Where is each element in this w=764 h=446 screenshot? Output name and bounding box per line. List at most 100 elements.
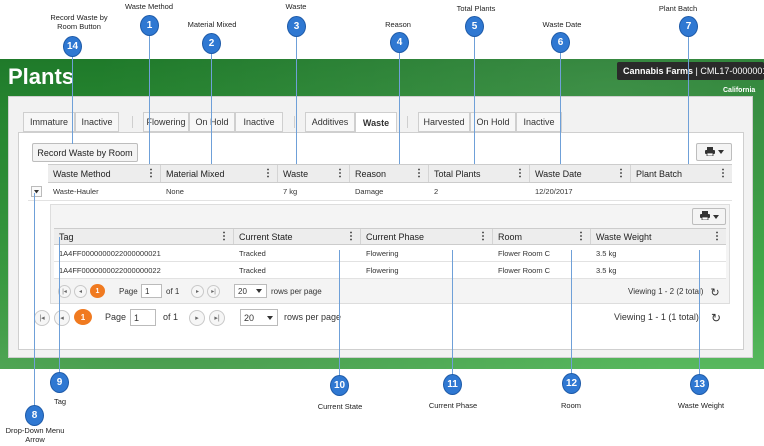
table-row[interactable]: Waste-Hauler None 7 kg Damage 2 12/20/20…	[28, 183, 732, 201]
rows-per-page-select[interactable]: 20	[240, 309, 278, 326]
expand-cell	[28, 183, 48, 200]
column-label: Waste	[283, 168, 309, 179]
column-menu-icon[interactable]: ⋮	[219, 231, 229, 242]
callout-line-10	[339, 250, 340, 376]
callout-line-4	[399, 53, 400, 164]
prev-page-button[interactable]: ◂	[74, 285, 87, 298]
callout-12: 12	[562, 373, 581, 394]
callout-line-14	[72, 57, 73, 144]
callout-line-5	[474, 37, 475, 164]
column-plant-batch[interactable]: Plant Batch ⋮	[631, 165, 732, 182]
cell-waste-method: Waste-Hauler	[53, 187, 99, 196]
column-label: Reason	[355, 168, 387, 179]
table-row[interactable]: 1A4FF0000000022000000022 Tracked Floweri…	[54, 262, 726, 279]
tab-harvested-inactive[interactable]: Inactive	[516, 112, 562, 132]
column-menu-icon[interactable]: ⋮	[616, 168, 626, 179]
column-tag[interactable]: Tag ⋮	[54, 229, 234, 244]
page-input[interactable]: 1	[141, 284, 162, 298]
callout-line-8	[34, 193, 35, 405]
callout-label-10: Current State	[317, 402, 363, 411]
callout-label-8: Drop-Down Menu Arrow	[5, 426, 65, 445]
prev-page-button[interactable]: ◂	[54, 310, 70, 326]
callout-9: 9	[50, 372, 69, 393]
tab-harvested-on-hold[interactable]: On Hold	[470, 112, 516, 132]
refresh-icon[interactable]: ↻	[708, 285, 722, 299]
column-menu-icon[interactable]: ⋮	[515, 168, 525, 179]
callout-label-2: Material Mixed	[187, 20, 237, 29]
callout-4: 4	[390, 32, 409, 53]
column-menu-icon[interactable]: ⋮	[263, 168, 273, 179]
table-row[interactable]: 1A4FF0000000022000000021 Tracked Floweri…	[54, 245, 726, 262]
chevron-down-icon	[267, 315, 273, 320]
viewing-summary: Viewing 1 - 1 (1 total)	[614, 312, 699, 322]
callout-line-11	[452, 250, 453, 375]
waste-table-header: Waste Method ⋮ Material Mixed ⋮ Waste ⋮ Rea…	[48, 164, 732, 183]
callout-line-1	[149, 36, 150, 164]
column-label: Material Mixed	[166, 168, 225, 179]
current-page-badge[interactable]: 1	[90, 284, 105, 298]
cell-current-state: Tracked	[239, 248, 266, 258]
next-page-button[interactable]: ▸	[191, 285, 204, 298]
rows-per-page-value: 20	[238, 286, 247, 296]
column-total-plants[interactable]: Total Plants ⋮	[429, 165, 530, 182]
dropdown-arrow-icon[interactable]	[31, 186, 42, 197]
tab-flowering-inactive[interactable]: Inactive	[235, 112, 283, 132]
tab-immature[interactable]: Immature	[23, 112, 75, 132]
column-menu-icon[interactable]: ⋮	[146, 168, 156, 179]
column-current-phase[interactable]: Current Phase ⋮	[361, 229, 493, 244]
page-count: of 1	[166, 287, 180, 296]
column-menu-icon[interactable]: ⋮	[718, 168, 728, 179]
callout-label-12: Room	[560, 401, 581, 410]
company-name: Cannabis Farms	[623, 66, 694, 76]
callout-5: 5	[465, 16, 484, 37]
callout-10: 10	[330, 375, 349, 396]
waste-pager: |◂ ◂ 1 Page 1 of 1 ▸ ▸| 20 rows per page…	[28, 306, 732, 330]
column-label: Plant Batch	[636, 168, 683, 179]
column-waste-method[interactable]: Waste Method ⋮	[48, 165, 161, 182]
column-waste-date[interactable]: Waste Date ⋮	[530, 165, 631, 182]
column-label: Waste Method	[53, 168, 111, 179]
current-page-badge[interactable]: 1	[74, 309, 92, 325]
detail-print-button[interactable]	[692, 208, 726, 225]
column-current-state[interactable]: Current State ⋮	[234, 229, 361, 244]
cell-current-phase: Flowering	[366, 265, 399, 275]
callout-line-3	[296, 37, 297, 164]
column-menu-icon[interactable]: ⋮	[414, 168, 424, 179]
chevron-down-icon	[256, 289, 262, 293]
column-menu-icon[interactable]: ⋮	[478, 231, 488, 242]
callout-label-5: Total Plants	[456, 4, 496, 13]
tab-waste[interactable]: Waste	[355, 112, 397, 133]
last-page-button[interactable]: ▸|	[209, 310, 225, 326]
callout-8: 8	[25, 405, 44, 426]
column-label: Current State	[239, 231, 293, 242]
column-menu-icon[interactable]: ⋮	[712, 231, 722, 242]
tab-additives[interactable]: Additives	[305, 112, 355, 132]
column-waste[interactable]: Waste ⋮	[278, 165, 350, 182]
cell-tag: 1A4FF0000000022000000022	[59, 265, 161, 275]
callout-label-14: Record Waste by Room Button	[50, 13, 108, 32]
callout-line-6	[560, 53, 561, 164]
rows-per-page-label: rows per page	[284, 312, 342, 322]
state-label: California	[723, 87, 756, 94]
company-selector[interactable]: Cannabis Farms | CML17-0000001	[617, 62, 764, 80]
callout-line-9	[59, 237, 60, 373]
tab-harvested[interactable]: Harvested	[418, 112, 470, 132]
last-page-button[interactable]: ▸|	[207, 285, 220, 298]
column-menu-icon[interactable]: ⋮	[346, 231, 356, 242]
column-room[interactable]: Room ⋮	[493, 229, 591, 244]
first-page-button[interactable]: |◂	[34, 310, 50, 326]
next-page-button[interactable]: ▸	[189, 310, 205, 326]
print-button[interactable]	[696, 143, 732, 161]
record-waste-by-room-button[interactable]: Record Waste by Room	[32, 143, 138, 162]
refresh-icon[interactable]: ↻	[708, 310, 724, 326]
column-reason[interactable]: Reason ⋮	[350, 165, 429, 182]
column-menu-icon[interactable]: ⋮	[576, 231, 586, 242]
page-input[interactable]: 1	[130, 309, 156, 326]
callout-2: 2	[202, 33, 221, 54]
tab-flowering-on-hold[interactable]: On Hold	[189, 112, 235, 132]
column-menu-icon[interactable]: ⋮	[335, 168, 345, 179]
tab-immature-inactive[interactable]: Inactive	[75, 112, 119, 132]
rows-per-page-select[interactable]: 20	[234, 284, 267, 298]
column-waste-weight[interactable]: Waste Weight ⋮	[591, 229, 726, 244]
column-material-mixed[interactable]: Material Mixed ⋮	[161, 165, 278, 182]
